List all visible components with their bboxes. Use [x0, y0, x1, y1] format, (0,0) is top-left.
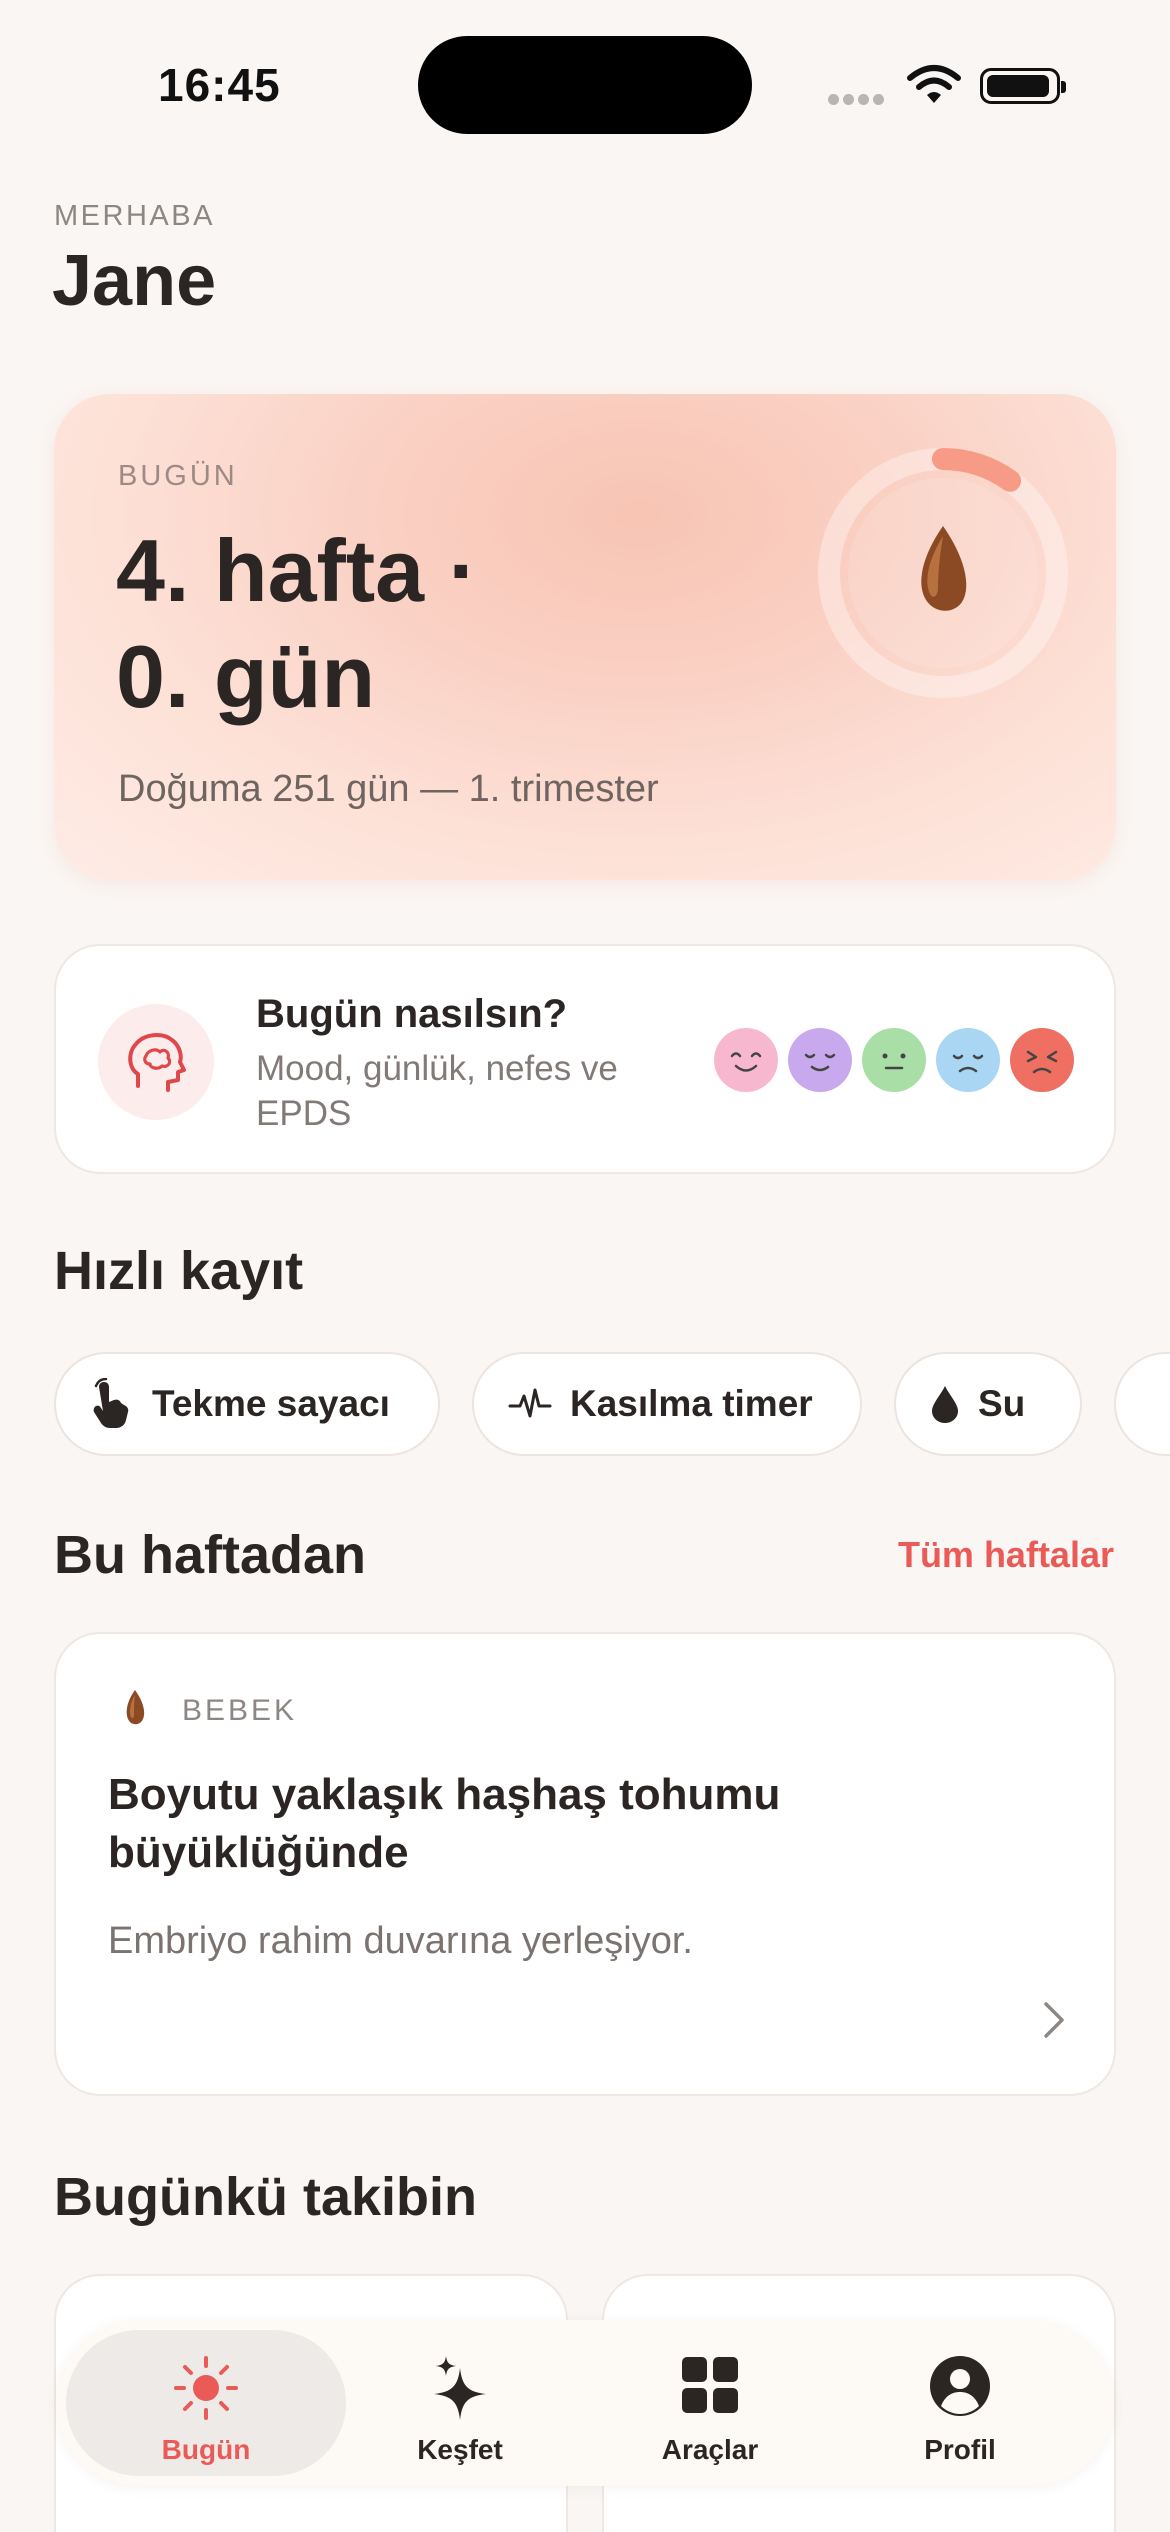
heartbeat-icon — [508, 1388, 552, 1418]
progress-ring — [818, 448, 1068, 698]
profile-icon — [930, 2356, 990, 2416]
home-screen: 16:45 MERHABA Jane BUGÜN 4. hafta · 0. g… — [0, 0, 1170, 2532]
water-drop-icon — [932, 1386, 958, 1423]
grid-icon — [682, 2357, 738, 2413]
tab-profile-label: Profil — [924, 2434, 996, 2465]
tab-bar: Bugün Keşfet Araçlar Profil — [56, 2320, 1114, 2486]
pregnancy-progress-card[interactable]: BUGÜN 4. hafta · 0. gün Doğuma 251 gün —… — [54, 394, 1116, 880]
kick-counter-label: Tekme sayacı — [152, 1383, 390, 1424]
sparkle-icon — [434, 2356, 486, 2420]
tab-explore-label: Keşfet — [417, 2434, 503, 2465]
week-card-description: Embriyo rahim duvarına yerleşiyor. — [108, 1920, 693, 1962]
water-label: Su — [978, 1383, 1026, 1424]
kick-counter-chip[interactable]: Tekme sayacı — [54, 1352, 440, 1456]
status-time: 16:45 — [158, 59, 281, 111]
cellular-signal-icon — [828, 92, 888, 110]
pregnancy-week-line: 4. hafta · — [116, 521, 478, 620]
hero-label: BUGÜN — [118, 460, 238, 492]
contraction-timer-label: Kasılma timer — [570, 1383, 813, 1424]
this-week-title: Bu haftadan — [54, 1525, 367, 1585]
chevron-right-icon — [1044, 2002, 1064, 2038]
week-card-tag: BEBEK — [182, 1694, 298, 1727]
happy-face-icon[interactable] — [714, 1028, 778, 1092]
tab-tools-label: Araçlar — [661, 2434, 759, 2465]
tab-tools[interactable]: Araçlar — [570, 2330, 850, 2476]
week-card-heading: Boyutu yaklaşık haşhaş tohumu büyüklüğün… — [108, 1770, 781, 1877]
baby-week-card[interactable]: BEBEK Boyutu yaklaşık haşhaş tohumu büyü… — [54, 1632, 1116, 2096]
brain-head-icon — [98, 1004, 214, 1120]
water-chip[interactable]: Su — [894, 1352, 1082, 1456]
hand-tap-icon — [93, 1378, 129, 1428]
pregnancy-day-line: 0. gün — [116, 627, 376, 726]
tab-today-label: Bugün — [161, 2434, 251, 2465]
sun-icon — [174, 2356, 238, 2420]
quick-log-title: Hızlı kayıt — [54, 1241, 304, 1301]
neutral-face-icon[interactable] — [862, 1028, 926, 1092]
content-face-icon[interactable] — [788, 1028, 852, 1092]
mood-check-card[interactable]: Bugün nasılsın? Mood, günlük, nefes ve E… — [54, 944, 1116, 1174]
wifi-icon — [907, 65, 961, 103]
user-name: Jane — [52, 241, 217, 321]
angry-face-icon[interactable] — [1010, 1028, 1074, 1092]
status-indicators — [828, 62, 1068, 106]
due-date-countdown: Doğuma 251 gün — 1. trimester — [118, 768, 659, 810]
tab-today[interactable]: Bugün — [66, 2330, 346, 2476]
tab-explore[interactable]: Keşfet — [320, 2330, 600, 2476]
battery-icon — [980, 68, 1066, 104]
contraction-timer-chip[interactable]: Kasılma timer — [472, 1352, 862, 1456]
greeting-label: MERHABA — [54, 200, 215, 232]
dynamic-island — [418, 36, 752, 134]
today-tracking-title: Bugünkü takibin — [54, 2167, 477, 2227]
sad-face-icon[interactable] — [936, 1028, 1000, 1092]
pregnancy-week: 4. hafta · 0. gün — [116, 518, 636, 730]
more-quick-log-chip[interactable] — [1114, 1352, 1170, 1456]
seed-icon — [126, 1690, 145, 1725]
tab-profile[interactable]: Profil — [820, 2330, 1100, 2476]
all-weeks-link[interactable]: Tüm haftalar — [898, 1534, 1114, 1576]
mood-card-subtitle: Mood, günlük, nefes ve EPDS — [256, 1049, 618, 1133]
mood-card-title: Bugün nasılsın? — [256, 992, 568, 1036]
